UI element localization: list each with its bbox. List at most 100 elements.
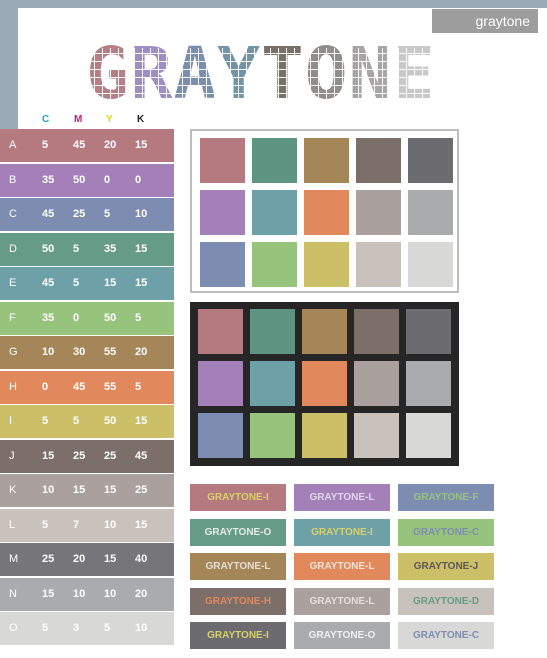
cmyk-value-m: 25 — [73, 208, 86, 220]
row-label: O — [9, 622, 18, 634]
cmyk-value-k: 15 — [135, 277, 148, 289]
cmyk-value-k: 0 — [135, 173, 142, 186]
table-row[interactable]: L 5 7 10 15 — [0, 508, 174, 542]
row-label: B — [9, 173, 17, 186]
sample-button[interactable]: GRAYTONE-H — [190, 587, 286, 615]
sample-button[interactable]: GRAYTONE-C — [398, 518, 494, 546]
table-row[interactable]: F 35 0 50 5 — [0, 301, 174, 335]
sample-button[interactable]: GRAYTONE-L — [294, 553, 390, 580]
cmyk-value-c: 25 — [42, 553, 55, 565]
color-swatch[interactable] — [200, 242, 245, 287]
table-row[interactable]: H 0 45 55 5 — [0, 370, 174, 404]
cmyk-value-y: 50 — [104, 415, 117, 427]
cmyk-value-m: 0 — [73, 311, 80, 324]
title-letter: Y — [217, 32, 261, 115]
color-swatch[interactable] — [198, 361, 243, 406]
row-label: A — [9, 139, 17, 151]
color-swatch[interactable] — [356, 190, 401, 235]
cmyk-value-c: 5 — [42, 415, 49, 427]
color-swatch[interactable] — [406, 413, 451, 458]
color-swatch[interactable] — [252, 190, 297, 235]
color-swatch[interactable] — [252, 242, 297, 287]
cmyk-value-c: 35 — [42, 173, 55, 186]
cmyk-column-headers: CMYK — [38, 114, 168, 128]
cmyk-color-table: A 5 45 20 15 B 35 50 0 0 C 45 25 5 10 D 50 5 35 15 E 45 5 15 15 F… — [0, 129, 174, 647]
color-swatch[interactable] — [302, 309, 347, 354]
table-row[interactable]: J 15 25 25 45 — [0, 439, 174, 473]
sample-button[interactable]: GRAYTONE-L — [294, 484, 390, 511]
table-row[interactable]: G 10 30 55 20 — [0, 336, 174, 369]
sample-button[interactable]: GRAYTONE-I — [294, 518, 390, 546]
sample-button[interactable]: GRAYTONE-D — [398, 587, 494, 615]
cmyk-value-y: 55 — [104, 346, 117, 358]
row-label: E — [9, 277, 17, 289]
color-swatch[interactable] — [200, 190, 245, 235]
swatch-panel-light — [190, 129, 459, 293]
cmyk-value-y: 10 — [104, 518, 117, 531]
color-swatch[interactable] — [198, 413, 243, 458]
sample-button[interactable]: GRAYTONE-L — [294, 587, 390, 615]
scheme-name-badge[interactable]: graytone — [432, 9, 538, 33]
sample-button[interactable]: GRAYTONE-O — [294, 622, 390, 649]
cmyk-value-y: 10 — [104, 587, 117, 600]
table-row[interactable]: D 50 5 35 15 — [0, 232, 174, 266]
color-swatch[interactable] — [304, 138, 349, 183]
color-swatch[interactable] — [408, 242, 453, 287]
color-swatch[interactable] — [406, 361, 451, 406]
table-row[interactable]: E 45 5 15 15 — [0, 267, 174, 300]
table-row[interactable]: I 5 5 50 15 — [0, 405, 174, 438]
table-row[interactable]: O 5 3 5 10 — [0, 612, 174, 645]
cmyk-value-c: 5 — [42, 622, 49, 634]
color-swatch[interactable] — [408, 138, 453, 183]
color-swatch[interactable] — [302, 413, 347, 458]
cmyk-value-m: 20 — [73, 553, 86, 565]
sample-button[interactable]: GRAYTONE-I — [190, 484, 286, 511]
row-label: K — [9, 484, 17, 496]
sample-button[interactable]: GRAYTONE-L — [190, 553, 286, 580]
sample-button[interactable]: GRAYTONE-I — [190, 622, 286, 649]
table-row[interactable]: M 25 20 15 40 — [0, 543, 174, 576]
color-swatch[interactable] — [200, 138, 245, 183]
table-row[interactable]: B 35 50 0 0 — [0, 163, 174, 197]
table-row[interactable]: C 45 25 5 10 — [0, 198, 174, 231]
color-swatch[interactable] — [252, 138, 297, 183]
cmyk-value-k: 25 — [135, 484, 148, 496]
color-swatch[interactable] — [354, 361, 399, 406]
sample-button[interactable]: GRAYTONE-F — [398, 484, 494, 511]
cmyk-value-y: 50 — [104, 311, 117, 324]
cmyk-value-m: 10 — [73, 587, 86, 600]
color-swatch[interactable] — [356, 242, 401, 287]
swatch-panel-dark — [190, 302, 459, 466]
cmyk-value-c: 35 — [42, 311, 55, 324]
sample-button[interactable]: GRAYTONE-J — [398, 553, 494, 580]
sample-button[interactable]: GRAYTONE-O — [190, 518, 286, 546]
color-swatch[interactable] — [354, 413, 399, 458]
table-row[interactable]: A 5 45 20 15 — [0, 129, 174, 162]
cmyk-value-m: 50 — [73, 173, 86, 186]
table-row[interactable]: K 10 15 15 25 — [0, 474, 174, 507]
cmyk-header-y: Y — [106, 114, 113, 125]
row-label: J — [9, 449, 15, 462]
color-swatch[interactable] — [304, 190, 349, 235]
color-swatch[interactable] — [250, 361, 295, 406]
cmyk-value-c: 0 — [42, 380, 49, 393]
cmyk-value-y: 0 — [104, 173, 111, 186]
color-swatch[interactable] — [302, 361, 347, 406]
color-swatch[interactable] — [354, 309, 399, 354]
color-swatch[interactable] — [198, 309, 243, 354]
color-swatch[interactable] — [304, 242, 349, 287]
color-swatch[interactable] — [356, 138, 401, 183]
cmyk-value-m: 5 — [73, 415, 80, 427]
sample-button[interactable]: GRAYTONE-C — [398, 622, 494, 649]
color-swatch[interactable] — [250, 309, 295, 354]
table-row[interactable]: N 15 10 10 20 — [0, 577, 174, 611]
cmyk-value-c: 15 — [42, 587, 55, 600]
color-swatch[interactable] — [408, 190, 453, 235]
row-label: D — [9, 242, 17, 255]
cmyk-value-k: 15 — [135, 518, 148, 531]
cmyk-value-c: 45 — [42, 208, 55, 220]
row-label: I — [9, 415, 13, 427]
cmyk-value-m: 30 — [73, 346, 86, 358]
color-swatch[interactable] — [406, 309, 451, 354]
color-swatch[interactable] — [250, 413, 295, 458]
